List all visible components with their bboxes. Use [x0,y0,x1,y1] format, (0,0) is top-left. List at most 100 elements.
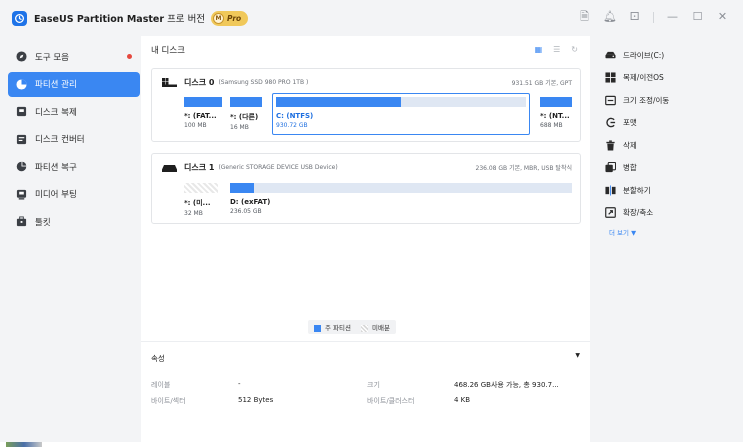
partition-usage-bar [230,183,572,193]
partition-size: 32 MB [184,210,203,217]
operation-label: 복제/이전OS [623,73,664,83]
sidebar-item-tools[interactable]: 도구 모음 [8,44,140,69]
prop-label-size: 크기 [367,381,380,389]
taskbar-thumbnail[interactable] [6,442,42,447]
partition-size: 100 MB [184,122,207,129]
partition-usage-fill [184,97,222,107]
operation-label: 확장/축소 [623,208,654,218]
badge-m-icon: M [213,12,225,24]
operation-label: 드라이브(C:) [623,50,665,60]
partition-usage-bar [184,183,218,193]
media-icon [16,189,27,200]
sidebar-item-disk-clone[interactable]: 디스크 복제 [8,99,140,124]
disk-header: 디스크 0 (Samsung SSD 980 PRO 1TB ) [162,77,308,88]
disk-info: 236.08 GB 기본, MBR, USB 탈착식 [475,165,573,172]
partition-unallocated[interactable]: *: (미... 32 MB [184,183,218,217]
partition-c[interactable]: C: (NTFS) 930.72 GB [272,93,530,135]
partition-usage-fill [540,97,572,107]
prop-label-volume-label: 레이블 [151,381,171,389]
pie-chart-icon [16,78,27,90]
compass-icon [16,51,27,62]
list-view-icon[interactable]: ☰ [553,45,560,55]
partition-d[interactable]: D: (exFAT) 236.05 GB [230,183,572,215]
operation-merge[interactable]: 병합 [595,157,737,180]
partition-usage-bar [276,97,526,107]
prop-value-bytes-per-sector: 512 Bytes [238,396,274,404]
partition-legend: 주 파티션 미배분 [308,320,396,334]
unallocated-swatch-icon [361,324,368,332]
partition-name: *: (다른) [230,113,259,121]
partition-size: 236.05 GB [230,208,262,215]
sidebar-item-partition-manager[interactable]: 파티션 관리 [8,71,140,97]
partition-recovery[interactable]: *: (NT... 688 MB [540,97,572,129]
partition-size: 16 MB [230,124,249,131]
partition-usage-fill [230,183,254,193]
badge-label: Pro [227,13,242,23]
partition-name: D: (exFAT) [230,198,271,206]
sidebar-item-partition-recovery[interactable]: 파티션 복구 [8,154,140,179]
app-window: EaseUS Partition Master 프로 버전 M Pro 🗎 🔔︎… [0,0,743,442]
sidebar: 도구 모음 파티션 관리 디스크 복제 디스크 컨버터 파티션 복구 미디어 부… [8,44,140,237]
operation-drive: 드라이브(C:) [595,44,737,67]
convert-icon [16,134,27,145]
usb-disk-icon [162,165,177,172]
prop-value-bytes-per-cluster: 4 KB [454,396,471,404]
operation-format[interactable]: 포맷 [595,112,737,135]
grid-view-icon[interactable]: ▦ [535,45,543,55]
partition-usage-fill [230,97,262,107]
recovery-icon [16,161,27,172]
partition-size: 688 MB [540,122,563,129]
disk-card-0[interactable]: 디스크 0 (Samsung SSD 980 PRO 1TB ) 931.51 … [151,68,581,142]
close-icon[interactable]: ✕ [716,10,729,24]
disk-model: (Generic STORAGE DEVICE USB Device) [218,164,338,171]
operation-label: 크기 조정/이동 [623,95,670,105]
drive-icon [604,50,616,61]
notification-dot [127,54,132,59]
operation-label: 병합 [623,163,637,173]
settings-icon[interactable]: ⚀ [628,10,641,24]
sidebar-item-toolkit[interactable]: 툴킷 [8,209,140,234]
extend-icon [604,207,616,219]
trash-icon [604,140,616,151]
partition-efi[interactable]: *: (FAT... 100 MB [184,97,222,129]
operation-extend-shrink[interactable]: 확장/축소 [595,202,737,225]
bell-icon[interactable]: 🔔︎ [603,10,617,24]
windows-disk-icon [162,78,177,87]
sidebar-item-label: 디스크 복제 [35,107,77,118]
refresh-icon[interactable]: ↻ [571,45,578,55]
caret-down-icon[interactable]: ▼ [575,352,580,359]
disk-card-1[interactable]: 디스크 1 (Generic STORAGE DEVICE USB Device… [151,153,581,224]
sidebar-item-label: 파티션 관리 [35,80,77,90]
primary-swatch-icon [314,324,321,332]
properties-header[interactable]: 속성 ▼ [141,341,590,371]
page-title: 내 디스크 [151,46,185,56]
sidebar-item-label: 툴킷 [35,217,51,228]
more-operations-link[interactable]: 더 보기 ▼ [595,227,737,237]
partition-usage-fill [276,97,401,107]
partition-usage-bar [230,97,262,107]
clone-icon [16,106,27,117]
feedback-icon[interactable]: 🗎 [578,10,591,24]
operation-resize-move[interactable]: 크기 조정/이동 [595,89,737,112]
maximize-icon[interactable]: ☐ [691,10,704,24]
merge-icon [604,162,616,173]
sidebar-item-bootable-media[interactable]: 미디어 부팅 [8,182,140,207]
prop-value-size: 468.26 GB사용 가능, 총 930.7... [454,381,559,389]
partition-size: 930.72 GB [276,122,308,129]
disk-name: 디스크 0 [184,78,215,87]
operation-label: 포맷 [623,118,637,128]
prop-label-bytes-per-sector: 바이트/섹터 [151,397,186,405]
title-separator [653,11,654,23]
operation-split[interactable]: 분할하기 [595,179,737,202]
sidebar-item-disk-converter[interactable]: 디스크 컨버터 [8,127,140,152]
partition-msr[interactable]: *: (다른) 16 MB [230,97,262,131]
operation-clone-migrate-os[interactable]: 복제/이전OS [595,67,737,90]
format-icon [604,117,616,128]
pro-badge[interactable]: M Pro [211,10,249,26]
toolbox-icon [16,216,27,227]
app-title: EaseUS Partition Master 프로 버전 [34,14,206,25]
partition-name: *: (NT... [540,112,570,120]
partition-usage-bar [540,97,572,107]
minimize-icon[interactable]: — [666,10,679,24]
operation-delete[interactable]: 삭제 [595,134,737,157]
